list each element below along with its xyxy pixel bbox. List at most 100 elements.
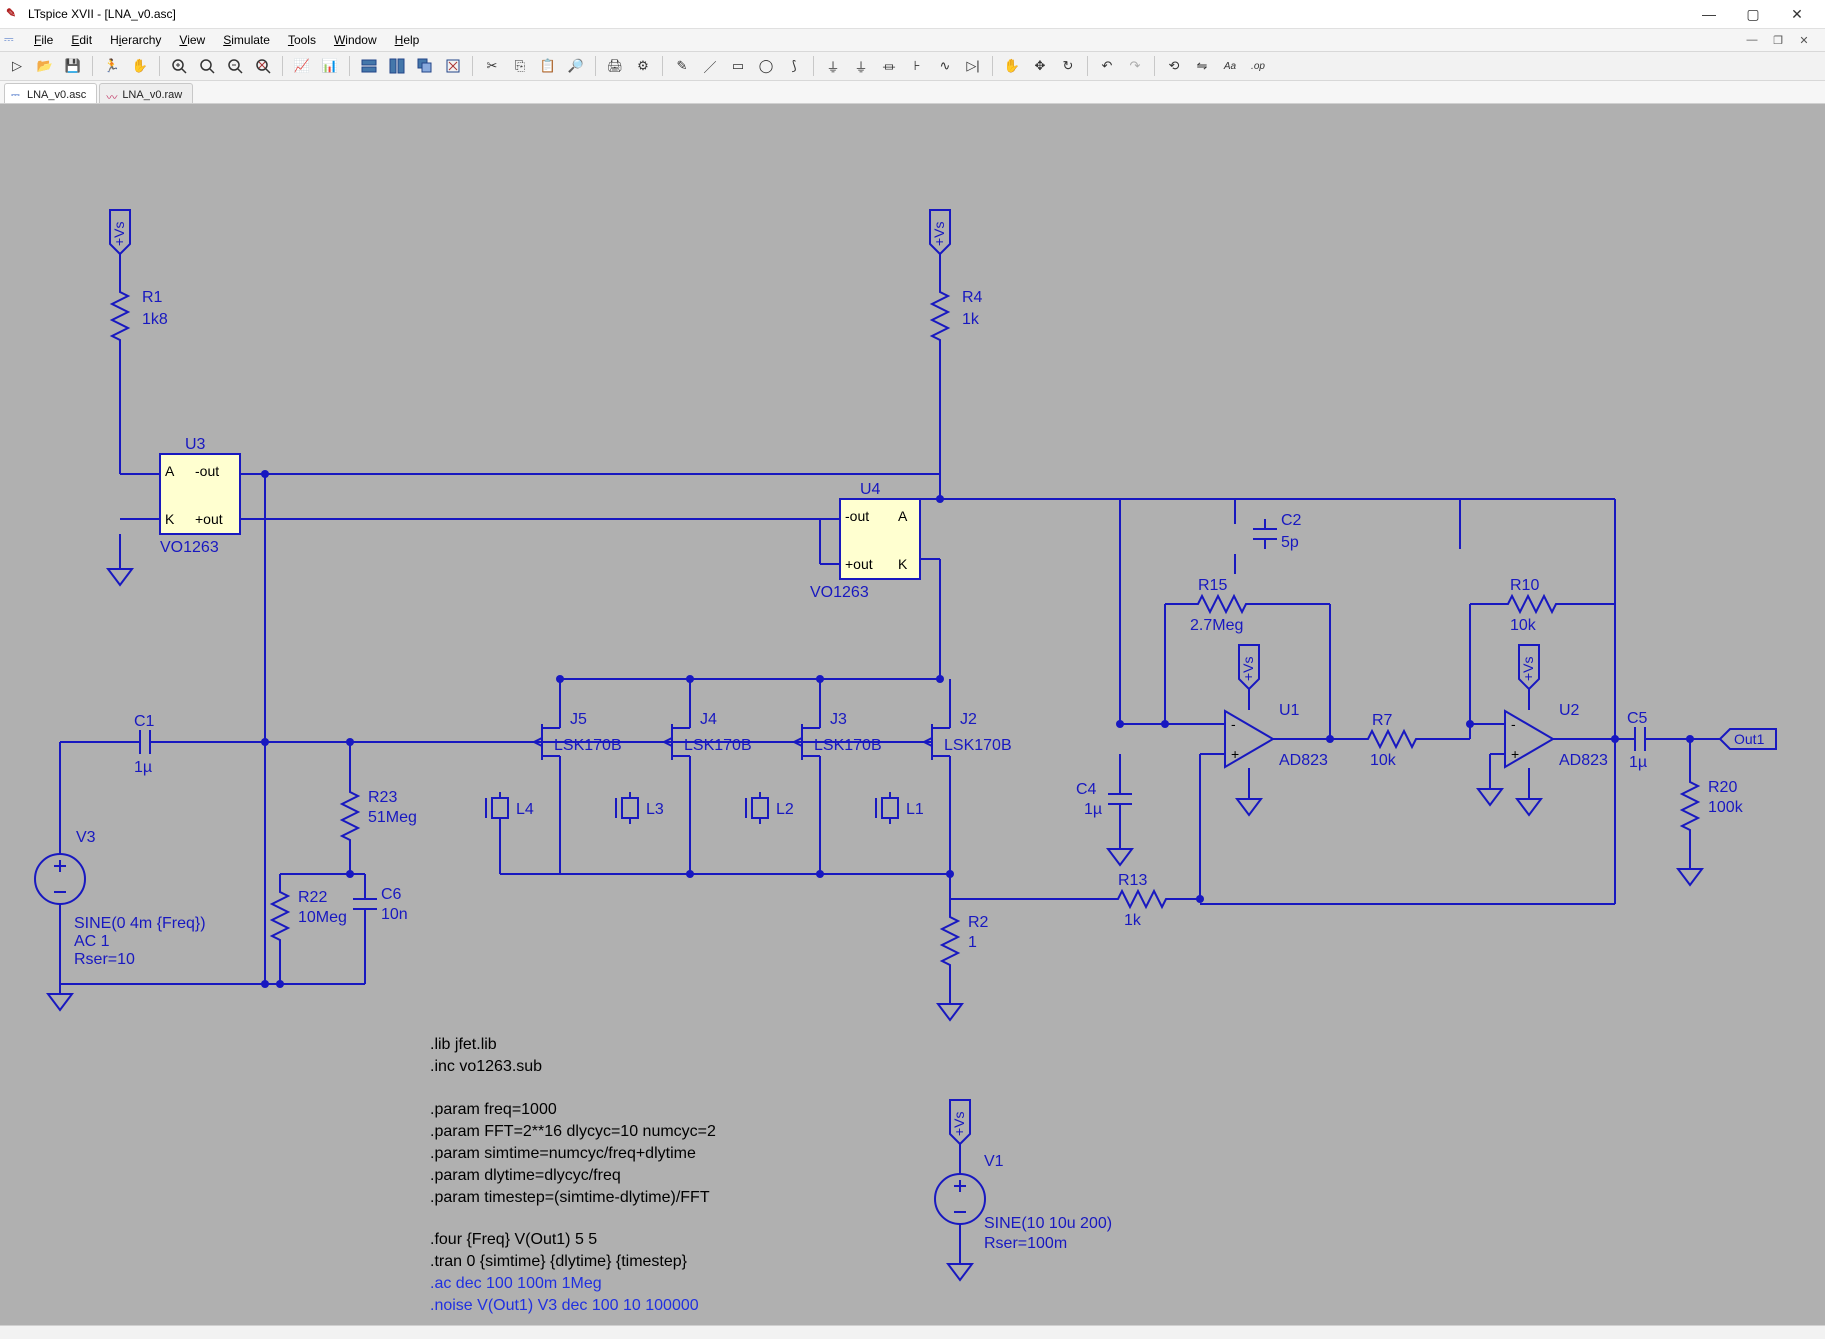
toolbar-label-net-button[interactable]: ⏚ <box>820 53 846 79</box>
toolbar-rotate-button[interactable]: ⟲ <box>1161 53 1187 79</box>
component-R2[interactable]: R2 1 <box>942 909 989 969</box>
toolbar-autorange-button[interactable]: 📊 <box>317 53 343 79</box>
toolbar-zoom-fit-button[interactable] <box>250 53 276 79</box>
netlabel-vs-u2[interactable]: +Vs <box>1519 645 1539 689</box>
menu-help[interactable]: Help <box>387 31 428 49</box>
component-C6[interactable]: C6 10n <box>353 886 408 923</box>
component-J4[interactable]: J4 LSK170B <box>652 711 752 770</box>
toolbar-print-button[interactable]: 🖨 <box>602 53 628 79</box>
component-R23[interactable]: R23 51Meg <box>342 784 417 844</box>
toolbar-draw-arc-button[interactable]: ⟆ <box>781 53 807 79</box>
menu-edit[interactable]: Edit <box>63 31 100 49</box>
toolbar-mirror-button[interactable]: ⇋ <box>1189 53 1215 79</box>
window-maximize-button[interactable]: ▢ <box>1731 0 1775 28</box>
tab-schematic[interactable]: ⎓ LNA_v0.asc <box>4 83 97 103</box>
component-C1[interactable]: C1 1µ <box>130 713 160 776</box>
component-R20[interactable]: R20 100k <box>1682 774 1744 834</box>
toolbar-tile-vert-button[interactable] <box>384 53 410 79</box>
component-U1[interactable]: U1 AD823 <box>1225 702 1328 769</box>
component-V1[interactable]: V1 SINE(10 10u 200) Rser=100m <box>935 1153 1112 1252</box>
tab-waveform[interactable]: 〰 LNA_v0.raw <box>99 83 193 103</box>
toolbar-draw-circle-button[interactable]: ◯ <box>753 53 779 79</box>
menu-hierarchy[interactable]: Hierarchy <box>102 31 169 49</box>
schematic-canvas[interactable]: - + <box>0 104 1825 1325</box>
toolbar-move-button[interactable]: ✥ <box>1027 53 1053 79</box>
toolbar-resistor-button[interactable]: ⏛ <box>876 53 902 79</box>
toolbar-open-button[interactable]: 📂 <box>32 53 58 79</box>
toolbar-draw-wire-button[interactable]: ✎ <box>669 53 695 79</box>
component-J3[interactable]: J3 LSK170B <box>782 711 882 770</box>
toolbar-cascade-button[interactable] <box>412 53 438 79</box>
mdi-restore-button[interactable]: ❐ <box>1767 32 1789 48</box>
toolbar-zoom-out-button[interactable] <box>222 53 248 79</box>
ground-u2plus[interactable] <box>1478 779 1502 805</box>
component-C4[interactable]: C4 1µ <box>1076 781 1132 818</box>
netlabel-vs-u1[interactable]: +Vs <box>1239 645 1259 689</box>
component-R10[interactable]: R10 10k <box>1500 577 1560 634</box>
component-C2[interactable]: C2 5p <box>1253 512 1302 551</box>
toolbar-save-button[interactable]: 💾 <box>60 53 86 79</box>
component-J5[interactable]: J5 LSK170B <box>522 711 622 770</box>
menu-file[interactable]: File <box>26 31 61 49</box>
component-R13[interactable]: R13 1k <box>1110 872 1170 929</box>
mdi-system-icon[interactable]: ⎓ <box>4 32 20 48</box>
component-L1[interactable]: L1 <box>876 792 924 824</box>
toolbar-cut-button[interactable]: ✂ <box>479 53 505 79</box>
toolbar-pick-visible-button[interactable]: 📈 <box>289 53 315 79</box>
ground-v3[interactable] <box>48 984 72 1010</box>
component-C5[interactable]: C5 1µ <box>1625 710 1655 771</box>
toolbar-ground-button[interactable]: ⏚ <box>848 53 874 79</box>
menu-tools[interactable]: Tools <box>280 31 324 49</box>
toolbar-find-button[interactable]: 🔎 <box>563 53 589 79</box>
toolbar-draw-line-button[interactable]: ／ <box>697 53 723 79</box>
ground-c4[interactable] <box>1108 839 1132 865</box>
toolbar-close-windows-button[interactable] <box>440 53 466 79</box>
toolbar-spice-directive-button[interactable]: .op <box>1245 53 1271 79</box>
component-U3[interactable]: U3 VO1263 A K -out +out <box>120 436 240 556</box>
toolbar-print-setup-button[interactable]: ⚙ <box>630 53 656 79</box>
netlabel-vs-v1[interactable]: +Vs <box>950 1100 970 1144</box>
spice-directives[interactable]: .lib jfet.lib .inc vo1263.sub .param fre… <box>430 1036 716 1314</box>
component-L4[interactable]: L4 <box>486 792 534 824</box>
menu-simulate[interactable]: Simulate <box>215 31 278 49</box>
menu-window[interactable]: Window <box>326 31 385 49</box>
toolbar-run-button[interactable]: 🏃 <box>99 53 125 79</box>
toolbar-copy-button[interactable]: ⎘ <box>507 53 533 79</box>
toolbar-new-schematic-button[interactable]: ▷ <box>4 53 30 79</box>
netlabel-out1[interactable]: Out1 <box>1720 729 1776 749</box>
ground-r2[interactable] <box>938 994 962 1020</box>
toolbar-capacitor-button[interactable]: ⊦ <box>904 53 930 79</box>
component-L3[interactable]: L3 <box>616 792 664 824</box>
ground-r20[interactable] <box>1678 859 1702 885</box>
window-minimize-button[interactable]: — <box>1687 0 1731 28</box>
component-R1[interactable]: R1 1k8 <box>112 284 168 344</box>
toolbar-paste-button[interactable]: 📋 <box>535 53 561 79</box>
toolbar-halt-button[interactable]: ✋ <box>127 53 153 79</box>
component-J2[interactable]: J2 LSK170B <box>912 711 1012 770</box>
component-R4[interactable]: R4 1k <box>932 284 983 344</box>
toolbar-diode-button[interactable]: ▷| <box>960 53 986 79</box>
toolbar-component-button[interactable]: ✋ <box>999 53 1025 79</box>
toolbar-undo-button[interactable]: ↶ <box>1094 53 1120 79</box>
toolbar-zoom-in-button[interactable] <box>166 53 192 79</box>
component-L2[interactable]: L2 <box>746 792 794 824</box>
menu-view[interactable]: View <box>171 31 213 49</box>
component-R15[interactable]: R15 2.7Meg <box>1190 577 1250 634</box>
window-close-button[interactable]: ✕ <box>1775 0 1819 28</box>
toolbar-drag-button[interactable]: ↻ <box>1055 53 1081 79</box>
ground-u3[interactable] <box>108 559 132 585</box>
component-U4[interactable]: U4 VO1263 A K -out +out <box>810 481 920 601</box>
ground-u2vn[interactable] <box>1517 789 1541 815</box>
toolbar-redo-button[interactable]: ↷ <box>1122 53 1148 79</box>
toolbar-pan-button[interactable] <box>194 53 220 79</box>
mdi-close-button[interactable]: ✕ <box>1793 32 1815 48</box>
ground-u1vn[interactable] <box>1237 789 1261 815</box>
toolbar-inductor-button[interactable]: ∿ <box>932 53 958 79</box>
component-R7[interactable]: R7 10k <box>1360 712 1420 769</box>
mdi-minimize-button[interactable]: — <box>1741 32 1763 48</box>
netlabel-vs-left[interactable]: +Vs <box>110 210 130 254</box>
toolbar-text-button[interactable]: Aa <box>1217 53 1243 79</box>
toolbar-draw-rect-button[interactable]: ▭ <box>725 53 751 79</box>
ground-v1[interactable] <box>948 1254 972 1280</box>
netlabel-vs-r4[interactable]: +Vs <box>930 210 950 254</box>
